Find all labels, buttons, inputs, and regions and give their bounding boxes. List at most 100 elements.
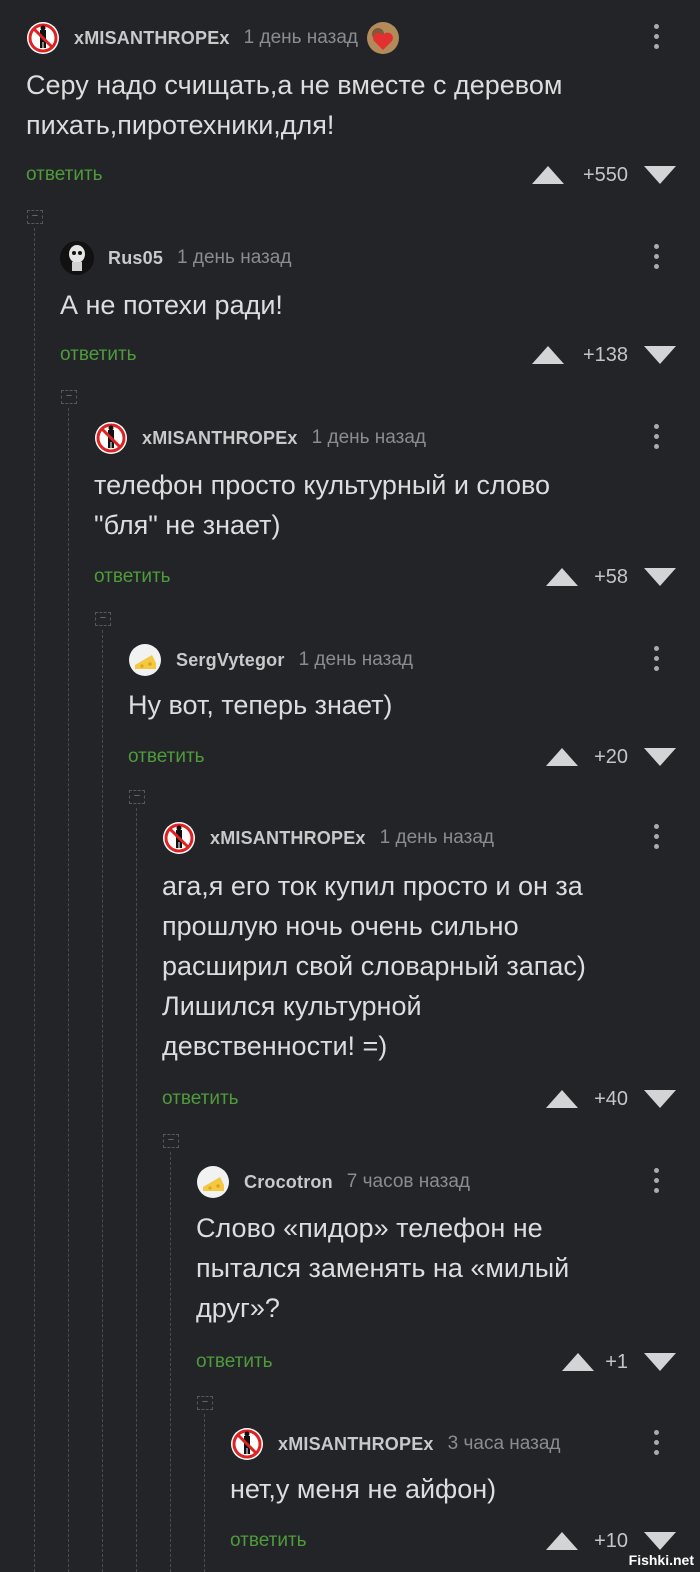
watermark: Fishki.net: [628, 1552, 694, 1568]
comment-header: xMISANTHROPEx 1 день назад: [162, 818, 494, 858]
thread-line: [102, 630, 103, 1572]
text-line: девственности! =): [162, 1031, 388, 1061]
upvote-icon[interactable]: [546, 1090, 578, 1108]
thread-line: [136, 808, 137, 1572]
comment: xMISANTHROPEx 1 день назад телефон прост…: [94, 418, 700, 598]
downvote-icon[interactable]: [644, 166, 676, 184]
author-name[interactable]: xMISANTHROPEx: [142, 428, 298, 449]
rating: +1: [605, 1351, 628, 1373]
reply-button[interactable]: ответить: [60, 344, 137, 366]
upvote-icon[interactable]: [546, 748, 578, 766]
thread-line: [170, 1152, 171, 1572]
text-line: телефон просто культурный и слово: [94, 470, 551, 500]
author-name[interactable]: xMISANTHROPEx: [210, 828, 366, 849]
text-line: Ну вот, теперь знает): [128, 690, 393, 720]
comment: SergVytegor 1 день назад Ну вот, теперь …: [128, 640, 700, 780]
collapse-toggle[interactable]: −: [163, 1134, 179, 1148]
avatar[interactable]: [162, 821, 196, 855]
author-name[interactable]: xMISANTHROPEx: [278, 1434, 434, 1455]
avatar[interactable]: [128, 643, 162, 677]
text-line: ага,я его ток купил просто и он за: [162, 871, 583, 901]
downvote-icon[interactable]: [644, 1532, 676, 1550]
reply-button[interactable]: ответить: [162, 1088, 239, 1110]
skull-avatar: [60, 241, 94, 275]
comment-time: 1 день назад: [298, 649, 413, 670]
collapse-toggle[interactable]: −: [27, 210, 43, 224]
downvote-icon[interactable]: [644, 1353, 676, 1371]
avatar[interactable]: [94, 421, 128, 455]
reply-button[interactable]: ответить: [230, 1530, 307, 1552]
downvote-icon[interactable]: [644, 1090, 676, 1108]
more-options-icon[interactable]: [652, 646, 660, 676]
text-line: "бля" не знает): [94, 510, 281, 540]
author-name[interactable]: Rus05: [108, 248, 163, 269]
more-options-icon[interactable]: [652, 1168, 660, 1198]
no-person-icon: [231, 1428, 263, 1460]
collapse-toggle[interactable]: −: [129, 790, 145, 804]
text-line: А не потехи ради!: [60, 290, 283, 320]
author-name[interactable]: xMISANTHROPEx: [74, 28, 230, 49]
collapse-toggle[interactable]: −: [95, 612, 111, 626]
avatar[interactable]: [230, 1427, 264, 1461]
comment-text: ага,я его ток купил просто и он за прошл…: [162, 866, 586, 1066]
text-line: нет,у меня не айфон): [230, 1474, 497, 1504]
cheese-avatar: [197, 1166, 229, 1198]
avatar[interactable]: [196, 1165, 230, 1199]
comment-time: 1 день назад: [379, 827, 495, 848]
upvote-icon[interactable]: [532, 166, 564, 184]
rating: +138: [582, 344, 628, 366]
more-options-icon[interactable]: [652, 824, 660, 854]
downvote-icon[interactable]: [644, 346, 676, 364]
upvote-icon[interactable]: [546, 1532, 578, 1550]
no-person-icon: [163, 822, 195, 854]
text-line: пихать,пиротехники,для!: [26, 110, 335, 140]
more-options-icon[interactable]: [652, 424, 660, 454]
no-person-icon: [95, 422, 127, 454]
reply-button[interactable]: ответить: [94, 566, 171, 588]
collapse-toggle[interactable]: −: [197, 1396, 213, 1410]
reply-button[interactable]: ответить: [128, 746, 205, 768]
text-line: Лишился культурной: [162, 991, 422, 1021]
heart-badge-icon: [367, 22, 400, 54]
reply-button[interactable]: ответить: [26, 164, 103, 186]
more-options-icon[interactable]: [652, 1430, 660, 1460]
comment-time: 3 часа назад: [447, 1433, 561, 1454]
author-name[interactable]: Crocotron: [244, 1172, 333, 1193]
upvote-icon[interactable]: [546, 568, 578, 586]
upvote-icon[interactable]: [532, 346, 564, 364]
more-options-icon[interactable]: [652, 244, 660, 274]
comment-thread: − − − − − − xMISANTHROPEx 1 день назад С…: [0, 0, 700, 1572]
text-line: друг»?: [196, 1293, 280, 1323]
collapse-toggle[interactable]: −: [61, 390, 77, 404]
downvote-icon[interactable]: [644, 748, 676, 766]
upvote-icon[interactable]: [562, 1353, 594, 1371]
comment-text: нет,у меня не айфон): [230, 1469, 496, 1509]
text-line: пытался заменять на «милый: [196, 1253, 570, 1283]
comment-time: 1 день назад: [311, 427, 427, 448]
author-name[interactable]: SergVytegor: [176, 650, 285, 671]
rating: +20: [594, 746, 628, 768]
avatar[interactable]: [60, 241, 94, 275]
more-options-icon[interactable]: [652, 24, 660, 54]
comment-header: xMISANTHROPEx 3 часа назад: [230, 1424, 561, 1464]
thread-line: [204, 1414, 205, 1572]
comment-header: Rus05 1 день назад: [60, 238, 291, 278]
comment-header: xMISANTHROPEx 1 день назад: [94, 418, 426, 458]
comment: Crocotron 7 часов назад Слово «пидор» те…: [196, 1162, 700, 1382]
comment: xMISANTHROPEx 1 день назад Серу надо счи…: [26, 18, 700, 198]
cheese-avatar: [129, 644, 161, 676]
text-line: Слово «пидор» телефон не: [196, 1213, 543, 1243]
text-line: Серу надо счищать,а не вместе с деревом: [26, 70, 563, 100]
comment-text: телефон просто культурный и слово "бля" …: [94, 465, 550, 545]
comment: xMISANTHROPEx 3 часа назад нет,у меня не…: [230, 1424, 700, 1572]
comment-text: Серу надо счищать,а не вместе с деревом …: [26, 65, 562, 145]
comment: Rus05 1 день назад А не потехи ради! отв…: [60, 238, 700, 378]
downvote-icon[interactable]: [644, 568, 676, 586]
avatar[interactable]: [26, 21, 60, 55]
thread-line: [68, 408, 69, 1572]
thread-line: [34, 228, 35, 1572]
rating: +58: [594, 566, 628, 588]
comment-header: xMISANTHROPEx 1 день назад: [26, 18, 400, 58]
text-line: прошлую ночь очень сильно: [162, 911, 519, 941]
reply-button[interactable]: ответить: [196, 1351, 273, 1373]
